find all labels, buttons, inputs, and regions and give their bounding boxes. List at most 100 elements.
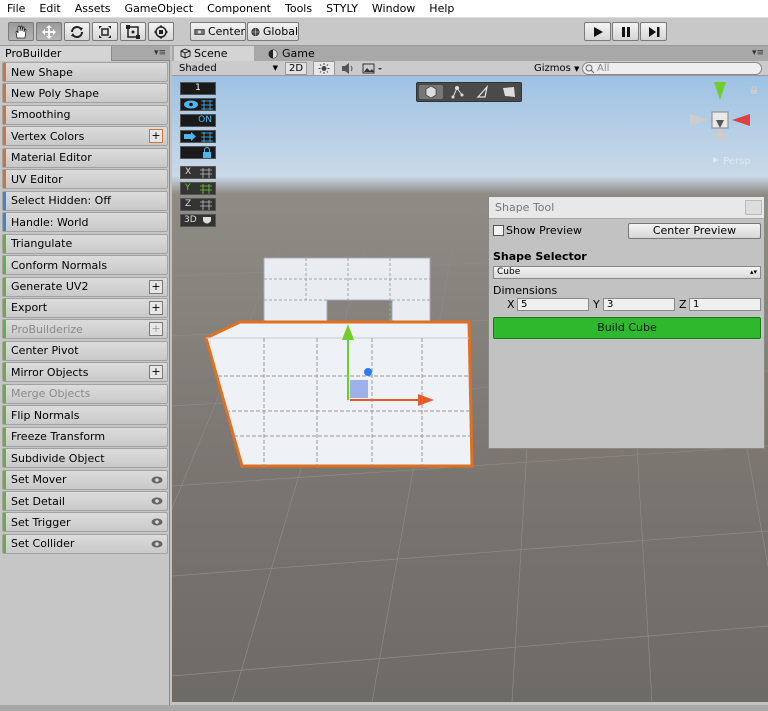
panel-menu-icon[interactable]: ▾≡ <box>154 48 166 58</box>
menu-gameobject[interactable]: GameObject <box>118 0 201 18</box>
overlay-count[interactable]: 1 <box>180 82 216 95</box>
overlay-visibility-toggle[interactable] <box>180 98 216 111</box>
pivot-rotation-button[interactable]: Global <box>247 22 299 41</box>
options-plus-icon[interactable]: + <box>149 279 163 294</box>
overlay-3d-toggle[interactable]: 3D <box>180 214 216 227</box>
rect-tool-button[interactable] <box>120 22 146 41</box>
options-plus-icon[interactable]: + <box>149 322 163 337</box>
tab-game[interactable]: Game <box>262 46 342 61</box>
show-preview-checkbox[interactable] <box>493 225 504 236</box>
overlay-axis-z-label: Z <box>185 199 192 209</box>
probuilder-item-set-trigger[interactable]: Set Trigger <box>2 512 168 533</box>
probuilder-item-merge-objects: Merge Objects <box>2 383 168 404</box>
shape-selector-dropdown[interactable]: Cube ▴▾ <box>493 266 761 279</box>
dim-x-input[interactable]: 5 <box>517 298 589 311</box>
probuilder-item-vertex-colors[interactable]: Vertex Colors + <box>2 126 168 147</box>
overlay-axis-z[interactable]: Z <box>180 198 216 211</box>
effects-dropdown[interactable] <box>360 61 384 76</box>
probuilder-item-smoothing[interactable]: Smoothing <box>2 104 168 125</box>
menu-edit[interactable]: Edit <box>32 0 67 18</box>
center-preview-button[interactable]: Center Preview <box>628 223 761 239</box>
dim-z-label: Z <box>679 298 687 311</box>
audio-toggle[interactable] <box>338 61 358 76</box>
lighting-toggle[interactable] <box>313 61 335 76</box>
probuilder-item-subdivide-object[interactable]: Subdivide Object <box>2 448 168 469</box>
orientation-gizmo[interactable] <box>690 82 750 140</box>
probuilder-item-label: Freeze Transform <box>11 430 106 444</box>
shading-mode-dropdown[interactable]: Shaded ▼ <box>176 62 280 75</box>
probuilder-item-label: Subdivide Object <box>11 451 105 465</box>
overlay-axis-x[interactable]: X <box>180 166 216 179</box>
object-mode-button[interactable] <box>419 85 443 99</box>
probuilder-item-select-hidden-off[interactable]: Select Hidden: Off <box>2 190 168 211</box>
vertex-mode-button[interactable] <box>445 85 469 99</box>
probuilder-item-triangulate[interactable]: Triangulate <box>2 233 168 254</box>
overlay-lock-toggle[interactable] <box>180 146 216 159</box>
menu-styly[interactable]: STYLY <box>319 0 365 18</box>
menu-tools[interactable]: Tools <box>278 0 319 18</box>
scene-search-input[interactable]: All <box>582 62 762 75</box>
menu-window[interactable]: Window <box>365 0 422 18</box>
tab-probuilder[interactable]: ProBuilder <box>0 46 112 61</box>
shape-dropdown-arrow-icon: ▴▾ <box>749 268 757 276</box>
pause-button[interactable] <box>612 22 639 41</box>
menu-assets[interactable]: Assets <box>68 0 118 18</box>
play-button[interactable] <box>584 22 611 41</box>
eye-icon[interactable] <box>151 516 163 528</box>
pivot-mode-button[interactable]: Center <box>190 22 246 41</box>
2d-mode-toggle[interactable]: 2D <box>285 62 307 75</box>
options-plus-icon[interactable]: + <box>149 129 163 144</box>
probuilder-item-flip-normals[interactable]: Flip Normals <box>2 405 168 426</box>
overlay-move-snap[interactable] <box>180 130 216 143</box>
probuilder-item-handle-world[interactable]: Handle: World <box>2 212 168 233</box>
eye-icon[interactable] <box>151 495 163 507</box>
menu-file[interactable]: File <box>0 0 32 18</box>
eye-icon[interactable] <box>151 538 163 550</box>
probuilder-item-new-poly-shape[interactable]: New Poly Shape <box>2 83 168 104</box>
scene-menu-icon[interactable]: ▾≡ <box>752 48 764 58</box>
category-color-bar <box>3 84 6 103</box>
probuilder-item-freeze-transform[interactable]: Freeze Transform <box>2 426 168 447</box>
probuilder-item-generate-uv2[interactable]: Generate UV2 + <box>2 276 168 297</box>
scene-tab-bar: Scene Game ▾≡ <box>172 46 768 61</box>
probuilder-item-material-editor[interactable]: Material Editor <box>2 147 168 168</box>
step-button[interactable] <box>640 22 667 41</box>
probuilder-item-set-collider[interactable]: Set Collider <box>2 533 168 554</box>
hand-tool-button[interactable] <box>8 22 34 41</box>
scale-tool-button[interactable] <box>92 22 118 41</box>
2d-mode-label: 2D <box>288 63 304 74</box>
gizmos-dropdown[interactable]: Gizmos ▼ <box>534 62 580 75</box>
overlay-axis-y[interactable]: Y <box>180 182 216 195</box>
options-plus-icon[interactable]: + <box>149 365 163 380</box>
options-plus-icon[interactable]: + <box>149 300 163 315</box>
projection-label[interactable]: Persp <box>712 156 751 167</box>
gizmos-label: Gizmos <box>534 63 571 74</box>
menu-help[interactable]: Help <box>422 0 461 18</box>
probuilder-item-conform-normals[interactable]: Conform Normals <box>2 255 168 276</box>
edge-mode-button[interactable] <box>471 84 495 99</box>
close-button[interactable] <box>745 200 762 215</box>
probuilder-item-uv-editor[interactable]: UV Editor <box>2 169 168 190</box>
menu-component[interactable]: Component <box>200 0 278 18</box>
rotate-icon <box>71 25 83 38</box>
probuilder-item-mirror-objects[interactable]: Mirror Objects + <box>2 362 168 383</box>
shape-tool-titlebar[interactable]: Shape Tool <box>489 197 764 219</box>
transform-tool-button[interactable] <box>148 22 174 41</box>
speaker-icon <box>342 63 353 74</box>
dim-z-input[interactable]: 1 <box>689 298 761 311</box>
probuilder-item-center-pivot[interactable]: Center Pivot <box>2 340 168 361</box>
probuilder-item-new-shape[interactable]: New Shape <box>2 62 168 82</box>
tab-scene[interactable]: Scene <box>174 46 254 61</box>
probuilder-item-export[interactable]: Export + <box>2 297 168 318</box>
eye-icon[interactable] <box>151 474 163 486</box>
probuilder-item-set-detail[interactable]: Set Detail <box>2 491 168 511</box>
rotate-tool-button[interactable] <box>64 22 90 41</box>
face-mode-button[interactable] <box>497 85 521 99</box>
overlay-count-label: 1 <box>195 83 201 93</box>
overlay-snap-toggle[interactable]: ON <box>180 114 216 127</box>
probuilder-item-set-mover[interactable]: Set Mover <box>2 469 168 490</box>
build-cube-button[interactable]: Build Cube <box>493 317 761 339</box>
dim-y-input[interactable]: 3 <box>603 298 675 311</box>
lock-view-icon[interactable] <box>750 84 758 94</box>
move-tool-button[interactable] <box>36 22 62 41</box>
